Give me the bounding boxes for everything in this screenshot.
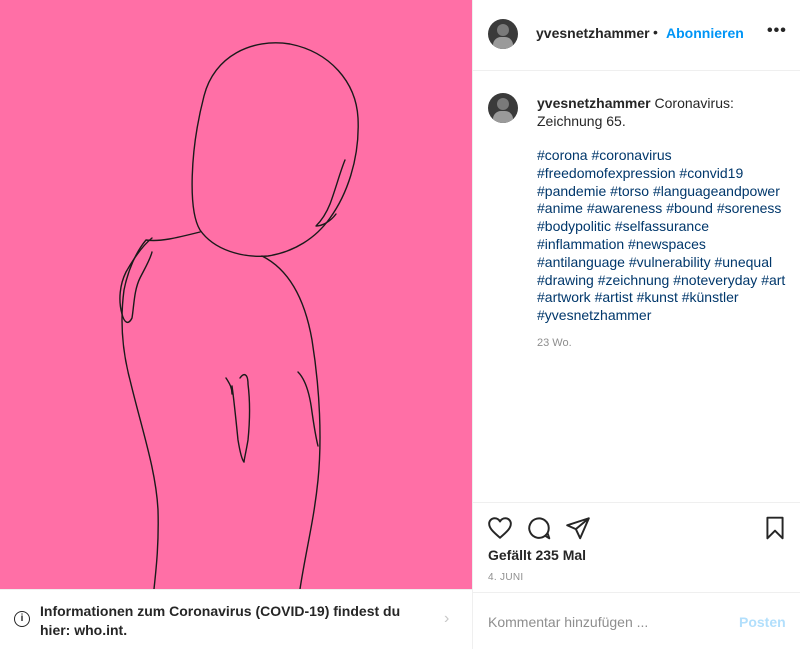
hashtag-link[interactable]: #kunst	[637, 289, 678, 305]
follow-button[interactable]: Abonnieren	[666, 25, 744, 41]
post-header: yvesnetzhammer • Abonnieren •••	[473, 0, 800, 71]
hashtag-link[interactable]: #bound	[666, 200, 713, 216]
hashtag-link[interactable]: #languageandpower	[653, 183, 780, 199]
hashtag-link[interactable]: #soreness	[717, 200, 782, 216]
action-bar: Gefällt 235 Mal 4. JUNI	[473, 502, 800, 583]
separator-dot: •	[653, 24, 658, 40]
hashtag-link[interactable]: #freedomofexpression	[537, 165, 676, 181]
hashtag-link[interactable]: #künstler	[682, 289, 739, 305]
hashtag-link[interactable]: #antilanguage	[537, 254, 625, 270]
post-image[interactable]	[0, 0, 472, 589]
chevron-right-icon: ›	[444, 610, 450, 627]
hashtag-link[interactable]: #vulnerability	[629, 254, 711, 270]
hashtag-link[interactable]: #yvesnetzhammer	[537, 307, 651, 323]
comment-box: Kommentar hinzufügen ... Posten	[473, 592, 800, 650]
hashtag-link[interactable]: #zeichnung	[598, 272, 670, 288]
hashtag-link[interactable]: #unequal	[714, 254, 772, 270]
post-date: 4. JUNI	[488, 572, 524, 583]
post-age: 23 Wo.	[537, 337, 572, 349]
torso-drawing	[119, 42, 359, 589]
hashtag-link[interactable]: #corona	[537, 147, 588, 163]
hashtag-link[interactable]: #convid19	[679, 165, 743, 181]
avatar[interactable]	[488, 19, 518, 49]
comment-icon[interactable]	[526, 515, 552, 541]
post-comment-button[interactable]: Posten	[739, 614, 786, 630]
hashtag-link[interactable]: #inflammation	[537, 236, 624, 252]
bookmark-icon[interactable]	[762, 515, 788, 541]
covid-banner-text: Informationen zum Coronavirus (COVID-19)…	[40, 603, 401, 638]
hashtag-link[interactable]: #art	[761, 272, 785, 288]
heart-icon[interactable]	[487, 515, 513, 541]
avatar[interactable]	[488, 93, 518, 123]
covid-info-banner[interactable]: i Informationen zum Coronavirus (COVID-1…	[0, 589, 472, 650]
username-link[interactable]: yvesnetzhammer	[536, 25, 650, 41]
like-count[interactable]: Gefällt 235 Mal	[488, 547, 586, 563]
hashtag-link[interactable]: #anime	[537, 200, 583, 216]
info-icon: i	[14, 611, 30, 627]
share-icon[interactable]	[565, 515, 591, 541]
hashtag-link[interactable]: #newspaces	[628, 236, 706, 252]
hashtag-link[interactable]: #selfassurance	[615, 218, 709, 234]
comment-input[interactable]: Kommentar hinzufügen ...	[488, 614, 648, 630]
hashtag-list: #corona #coronavirus #freedomofexpressio…	[537, 147, 797, 325]
hashtag-link[interactable]: #artwork	[537, 289, 591, 305]
hashtag-link[interactable]: #bodypolitic	[537, 218, 611, 234]
more-options-icon[interactable]: •••	[767, 22, 787, 40]
hashtag-link[interactable]: #artist	[595, 289, 633, 305]
hashtag-link[interactable]: #noteveryday	[673, 272, 757, 288]
caption-text: yvesnetzhammer Coronavirus: Zeichnung 65…	[537, 94, 792, 130]
hashtag-link[interactable]: #awareness	[587, 200, 663, 216]
caption-username[interactable]: yvesnetzhammer	[537, 95, 651, 111]
hashtag-link[interactable]: #drawing	[537, 272, 594, 288]
hashtag-link[interactable]: #torso	[610, 183, 649, 199]
hashtag-link[interactable]: #coronavirus	[591, 147, 671, 163]
post-sidebar: yvesnetzhammer • Abonnieren ••• yvesnetz…	[473, 0, 800, 649]
hashtag-link[interactable]: #pandemie	[537, 183, 606, 199]
